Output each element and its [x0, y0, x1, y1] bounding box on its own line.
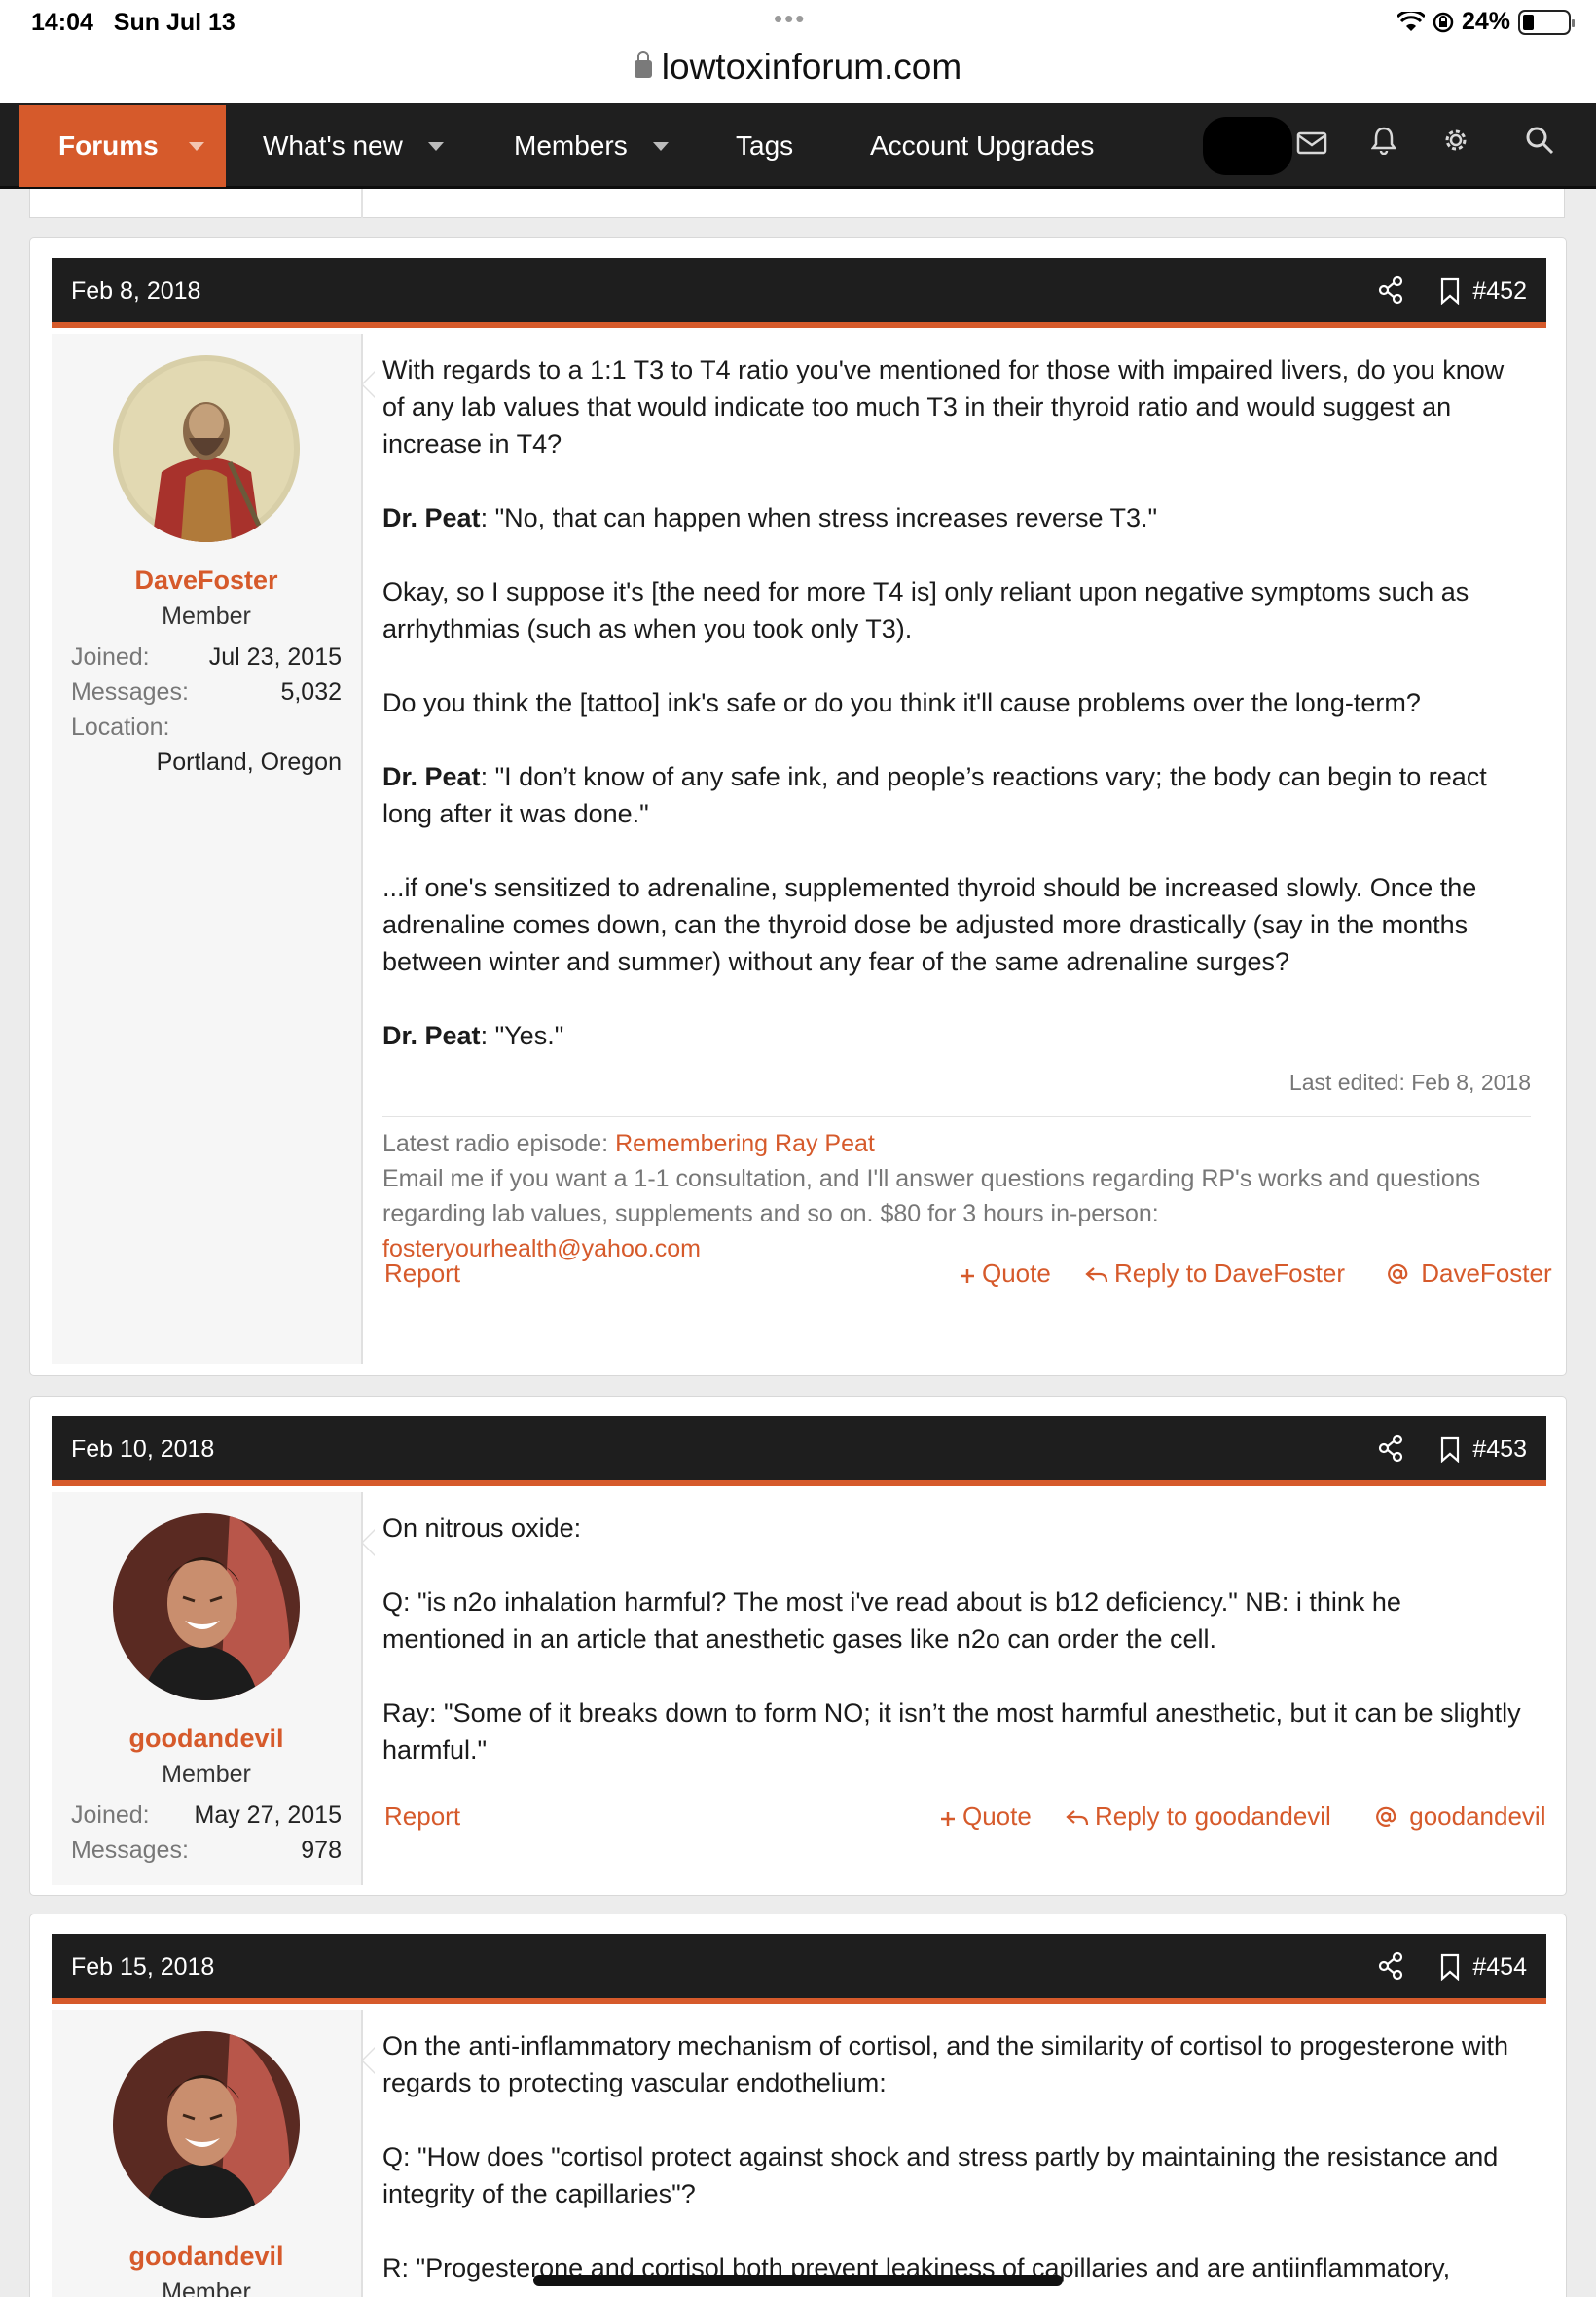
user-info: DaveFoster Member Joined: Jul 23, 2015 Me… [52, 334, 363, 1364]
redacted-avatar[interactable] [1203, 117, 1292, 175]
nav-account-upgrades[interactable]: Account Upgrades [870, 105, 1094, 187]
post-454: Feb 15, 2018 #454 goodandevil Member On … [29, 1914, 1567, 2297]
post-actions: Report Quote Reply to goodandevil goodan… [382, 1802, 1545, 1841]
post-paragraph: On nitrous oxide: [382, 1513, 582, 1543]
messages-stat: Messages: 978 [71, 1837, 342, 1864]
location-value[interactable]: Portland, Oregon [71, 748, 342, 777]
last-edited[interactable]: Last edited: Feb 8, 2018 [1289, 1070, 1531, 1096]
bookmark-icon[interactable] [1439, 1953, 1461, 1981]
previous-post-edge [29, 189, 1565, 218]
home-indicator[interactable] [533, 2275, 1063, 2286]
post-date[interactable]: Feb 10, 2018 [71, 1436, 214, 1464]
chevron-down-icon[interactable] [652, 141, 669, 151]
post-paragraph: Dr. Peat: "No, that can happen when stre… [382, 503, 1158, 532]
status-time: 14:04 Sun Jul 13 [31, 9, 236, 36]
user-role: Member [162, 2279, 251, 2297]
joined-stat: Joined: Jul 23, 2015 [71, 643, 342, 671]
report-button[interactable]: Report [384, 1258, 460, 1289]
battery-icon [1518, 9, 1575, 35]
share-icon[interactable] [1376, 275, 1405, 305]
username[interactable]: DaveFoster [52, 565, 361, 596]
post-paragraph: ...if one's sensitized to adrenaline, su… [382, 873, 1477, 976]
chevron-down-icon[interactable] [427, 141, 444, 151]
user-role: Member [162, 1761, 251, 1788]
forum-navigation: Forums What's new Members Tags Account U… [0, 103, 1596, 189]
mention-button[interactable]: DaveFoster [1387, 1258, 1552, 1289]
post-paragraph: Do you think the [tattoo] ink's safe or … [382, 688, 1421, 717]
multitasking-dots-icon[interactable]: ••• [774, 4, 806, 34]
nav-whats-new[interactable]: What's new [263, 105, 444, 187]
status-indicators: 24% [1396, 8, 1575, 36]
post-number[interactable]: #454 [1472, 1953, 1527, 1982]
post-header: Feb 8, 2018 #452 [52, 258, 1546, 328]
report-button[interactable]: Report [384, 1802, 460, 1832]
quote-button[interactable]: Quote [959, 1258, 1051, 1289]
post-paragraph: With regards to a 1:1 T3 to T4 ratio you… [382, 355, 1505, 458]
reply-icon [1085, 1267, 1108, 1283]
post-453: Feb 10, 2018 #453 goodandevil Member Joi… [29, 1396, 1567, 1896]
post-number[interactable]: #453 [1472, 1436, 1527, 1464]
nav-tags[interactable]: Tags [736, 105, 793, 187]
post-paragraph: Q: "How does "cortisol protect against s… [382, 2142, 1499, 2208]
post-paragraph: Dr. Peat: "I don’t know of any safe ink,… [382, 762, 1487, 828]
inbox-icon[interactable] [1290, 125, 1333, 167]
username[interactable]: goodandevil [52, 1724, 361, 1754]
nav-members[interactable]: Members [514, 105, 669, 187]
messages-stat: Messages: 5,032 [71, 678, 342, 706]
signature-link[interactable]: Remembering Ray Peat [615, 1130, 875, 1157]
username[interactable]: goodandevil [52, 2242, 361, 2272]
search-icon[interactable] [1518, 125, 1561, 167]
plus-icon [961, 1269, 974, 1283]
post-paragraph: Dr. Peat: "Yes." [382, 1021, 564, 1050]
post-header: Feb 10, 2018 #453 [52, 1416, 1546, 1486]
screen-lock-icon [1433, 12, 1454, 32]
bell-icon[interactable] [1362, 125, 1405, 167]
post-date[interactable]: Feb 8, 2018 [71, 277, 200, 306]
reply-button[interactable]: Reply to goodandevil [1066, 1802, 1331, 1832]
user-info: goodandevil Member [52, 2010, 363, 2297]
post-paragraph: Q: "is n2o inhalation harmful? The most … [382, 1587, 1401, 1654]
avatar[interactable] [113, 1513, 300, 1700]
post-paragraph: On the anti-inflammatory mechanism of co… [382, 2031, 1508, 2097]
reply-icon [1066, 1810, 1089, 1826]
user-info: goodandevil Member Joined: May 27, 2015 M… [52, 1492, 363, 1885]
nav-forums[interactable]: Forums [19, 105, 226, 187]
post-paragraph: Okay, so I suppose it's [the need for mo… [382, 577, 1469, 643]
url-text[interactable]: lowtoxinforum.com [662, 47, 961, 87]
bookmark-icon[interactable] [1439, 277, 1461, 305]
post-actions: Report Quote Reply to DaveFoster DaveFos… [382, 1258, 1552, 1297]
avatar[interactable] [113, 2031, 300, 2218]
wifi-icon [1396, 11, 1425, 31]
post-date[interactable]: Feb 15, 2018 [71, 1953, 214, 1982]
chevron-down-icon[interactable] [189, 141, 204, 151]
quote-button[interactable]: Quote [939, 1802, 1032, 1832]
gear-icon[interactable] [1434, 125, 1477, 167]
avatar[interactable] [113, 355, 300, 542]
share-icon[interactable] [1376, 1434, 1405, 1463]
post-header: Feb 15, 2018 #454 [52, 1934, 1546, 2004]
share-icon[interactable] [1376, 1951, 1405, 1981]
at-icon [1376, 1806, 1396, 1827]
mention-button[interactable]: goodandevil [1375, 1802, 1545, 1832]
battery-percent: 24% [1461, 8, 1510, 35]
address-bar[interactable]: lowtoxinforum.com [0, 43, 1596, 103]
post-paragraph: Ray: "Some of it breaks down to form NO;… [382, 1698, 1521, 1765]
at-icon [1388, 1263, 1408, 1284]
joined-stat: Joined: May 27, 2015 [71, 1802, 342, 1829]
bookmark-icon[interactable] [1439, 1436, 1461, 1463]
reply-button[interactable]: Reply to DaveFoster [1085, 1258, 1345, 1289]
status-bar: 14:04 Sun Jul 13 ••• 24% [0, 0, 1596, 43]
post-452: Feb 8, 2018 #452 DaveFoster Member Joine… [29, 237, 1567, 1376]
post-number[interactable]: #452 [1472, 277, 1527, 306]
location-label: Location: [71, 713, 170, 741]
signature: Latest radio episode: Remembering Ray Pe… [382, 1130, 1481, 1262]
lock-icon [634, 51, 652, 78]
plus-icon [941, 1812, 955, 1826]
user-role: Member [162, 602, 251, 630]
